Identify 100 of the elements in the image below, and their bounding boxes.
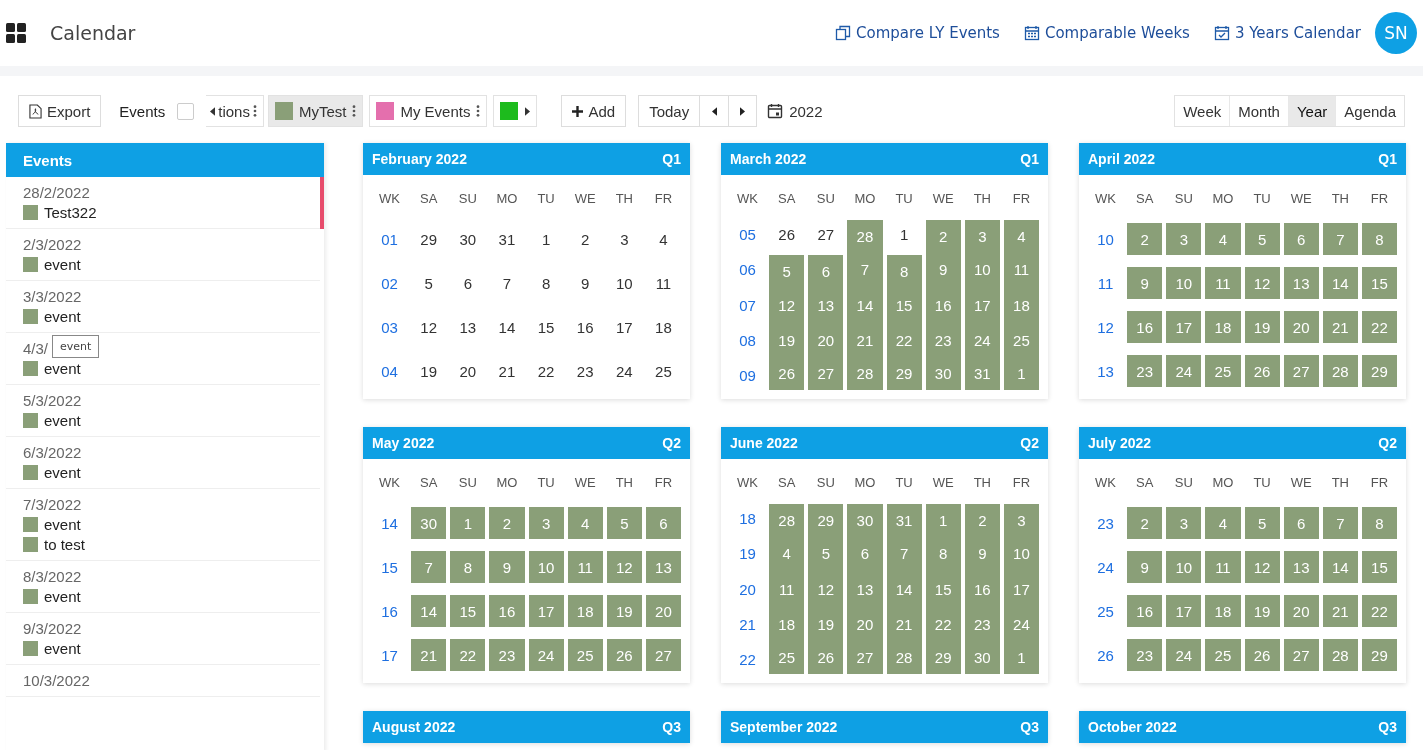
day-cell[interactable]: 7 bbox=[886, 536, 922, 572]
day-cell[interactable]: 18 bbox=[1003, 287, 1039, 323]
week-number[interactable]: 15 bbox=[370, 548, 410, 586]
day-cell[interactable]: 9 bbox=[1127, 551, 1163, 583]
week-number[interactable]: 19 bbox=[728, 536, 768, 572]
day-cell[interactable]: 5 bbox=[808, 536, 844, 572]
week-number[interactable]: 25 bbox=[1086, 592, 1126, 630]
day-cell[interactable]: 22 bbox=[1361, 595, 1397, 627]
day-cell[interactable]: 22 bbox=[528, 352, 564, 390]
day-cell[interactable]: 5 bbox=[769, 255, 805, 288]
today-button[interactable]: Today bbox=[638, 95, 700, 127]
event-list-item[interactable]: 10/3/2022 bbox=[6, 665, 320, 697]
day-cell[interactable]: 15 bbox=[450, 595, 486, 627]
day-cell[interactable]: 13 bbox=[808, 287, 844, 323]
day-cell[interactable]: 9 bbox=[1127, 267, 1163, 299]
filter-chip[interactable]: tions bbox=[206, 95, 264, 127]
day-cell[interactable]: 13 bbox=[847, 571, 883, 607]
day-cell[interactable]: 29 bbox=[1361, 355, 1397, 387]
day-cell[interactable]: 15 bbox=[925, 571, 961, 607]
day-cell[interactable]: 17 bbox=[1166, 311, 1202, 343]
day-cell[interactable]: 12 bbox=[808, 571, 844, 607]
week-number[interactable]: 03 bbox=[370, 305, 410, 349]
day-cell[interactable]: 11 bbox=[1003, 252, 1039, 288]
day-cell[interactable]: 9 bbox=[567, 264, 603, 302]
day-cell[interactable]: 23 bbox=[964, 606, 1000, 642]
day-cell[interactable]: 4 bbox=[1205, 223, 1241, 255]
day-cell[interactable]: 14 bbox=[1322, 267, 1358, 299]
day-cell[interactable]: 16 bbox=[1127, 311, 1163, 343]
day-cell[interactable]: 18 bbox=[645, 308, 681, 346]
day-cell[interactable]: 27 bbox=[1283, 355, 1319, 387]
week-number[interactable]: 16 bbox=[370, 592, 410, 630]
day-cell[interactable]: 7 bbox=[411, 551, 447, 583]
day-cell[interactable]: 23 bbox=[489, 639, 525, 671]
day-cell[interactable]: 18 bbox=[1205, 595, 1241, 627]
day-cell[interactable]: 3 bbox=[964, 220, 1000, 253]
day-cell[interactable]: 31 bbox=[964, 357, 1000, 390]
day-cell[interactable]: 19 bbox=[1244, 311, 1280, 343]
day-cell[interactable]: 12 bbox=[411, 308, 447, 346]
week-number[interactable]: 12 bbox=[1086, 308, 1126, 346]
day-cell[interactable]: 25 bbox=[1205, 355, 1241, 387]
day-cell[interactable]: 27 bbox=[808, 220, 844, 250]
day-cell[interactable]: 16 bbox=[567, 308, 603, 346]
day-cell[interactable]: 8 bbox=[886, 255, 922, 288]
day-cell[interactable]: 10 bbox=[528, 551, 564, 583]
day-cell[interactable]: 26 bbox=[606, 639, 642, 671]
day-cell[interactable]: 31 bbox=[489, 220, 525, 258]
day-cell[interactable]: 19 bbox=[1244, 595, 1280, 627]
day-cell[interactable]: 1 bbox=[925, 504, 961, 537]
event-list-item[interactable]: 6/3/2022 event bbox=[6, 437, 320, 489]
day-cell[interactable]: 3 bbox=[1166, 507, 1202, 539]
day-cell[interactable]: 17 bbox=[964, 287, 1000, 323]
day-cell[interactable]: 26 bbox=[808, 641, 844, 674]
week-number[interactable]: 09 bbox=[728, 357, 768, 393]
day-cell[interactable]: 4 bbox=[1205, 507, 1241, 539]
week-number[interactable]: 26 bbox=[1086, 636, 1126, 674]
week-number[interactable]: 24 bbox=[1086, 548, 1126, 586]
day-cell[interactable]: 16 bbox=[925, 287, 961, 323]
day-cell[interactable]: 3 bbox=[528, 507, 564, 539]
day-cell[interactable]: 4 bbox=[567, 507, 603, 539]
day-cell[interactable]: 14 bbox=[847, 287, 883, 323]
day-cell[interactable]: 2 bbox=[925, 220, 961, 253]
day-cell[interactable]: 25 bbox=[567, 639, 603, 671]
day-cell[interactable]: 23 bbox=[567, 352, 603, 390]
day-cell[interactable]: 25 bbox=[1003, 322, 1039, 358]
apps-grid-icon[interactable] bbox=[6, 23, 26, 43]
day-cell[interactable]: 30 bbox=[847, 504, 883, 537]
day-cell[interactable]: 12 bbox=[606, 551, 642, 583]
week-number[interactable]: 23 bbox=[1086, 504, 1126, 542]
week-number[interactable]: 07 bbox=[728, 287, 768, 323]
day-cell[interactable]: 17 bbox=[1166, 595, 1202, 627]
day-cell[interactable]: 13 bbox=[645, 551, 681, 583]
week-number[interactable]: 11 bbox=[1086, 264, 1126, 302]
day-cell[interactable]: 8 bbox=[1361, 507, 1397, 539]
view-tab[interactable]: Year bbox=[1288, 96, 1337, 126]
day-cell[interactable]: 20 bbox=[450, 352, 486, 390]
day-cell[interactable]: 14 bbox=[886, 571, 922, 607]
day-cell[interactable]: 10 bbox=[1166, 551, 1202, 583]
day-cell[interactable]: 21 bbox=[489, 352, 525, 390]
day-cell[interactable]: 1 bbox=[450, 507, 486, 539]
day-cell[interactable]: 16 bbox=[489, 595, 525, 627]
day-cell[interactable]: 12 bbox=[769, 287, 805, 323]
day-cell[interactable]: 8 bbox=[925, 536, 961, 572]
day-cell[interactable]: 26 bbox=[769, 357, 805, 390]
day-cell[interactable]: 2 bbox=[1127, 507, 1163, 539]
week-number[interactable]: 02 bbox=[370, 261, 410, 305]
day-cell[interactable]: 10 bbox=[1003, 536, 1039, 572]
day-cell[interactable]: 6 bbox=[808, 255, 844, 288]
event-list-item[interactable]: 9/3/2022 event bbox=[6, 613, 320, 665]
day-cell[interactable]: 18 bbox=[567, 595, 603, 627]
week-number[interactable]: 08 bbox=[728, 322, 768, 358]
day-cell[interactable]: 23 bbox=[1127, 355, 1163, 387]
day-cell[interactable]: 12 bbox=[1244, 551, 1280, 583]
week-number[interactable]: 18 bbox=[728, 501, 768, 537]
day-cell[interactable]: 8 bbox=[450, 551, 486, 583]
day-cell[interactable]: 7 bbox=[489, 264, 525, 302]
day-cell[interactable]: 25 bbox=[645, 352, 681, 390]
day-cell[interactable]: 16 bbox=[964, 571, 1000, 607]
day-cell[interactable]: 21 bbox=[1322, 311, 1358, 343]
day-cell[interactable]: 20 bbox=[847, 606, 883, 642]
day-cell[interactable]: 4 bbox=[769, 536, 805, 572]
